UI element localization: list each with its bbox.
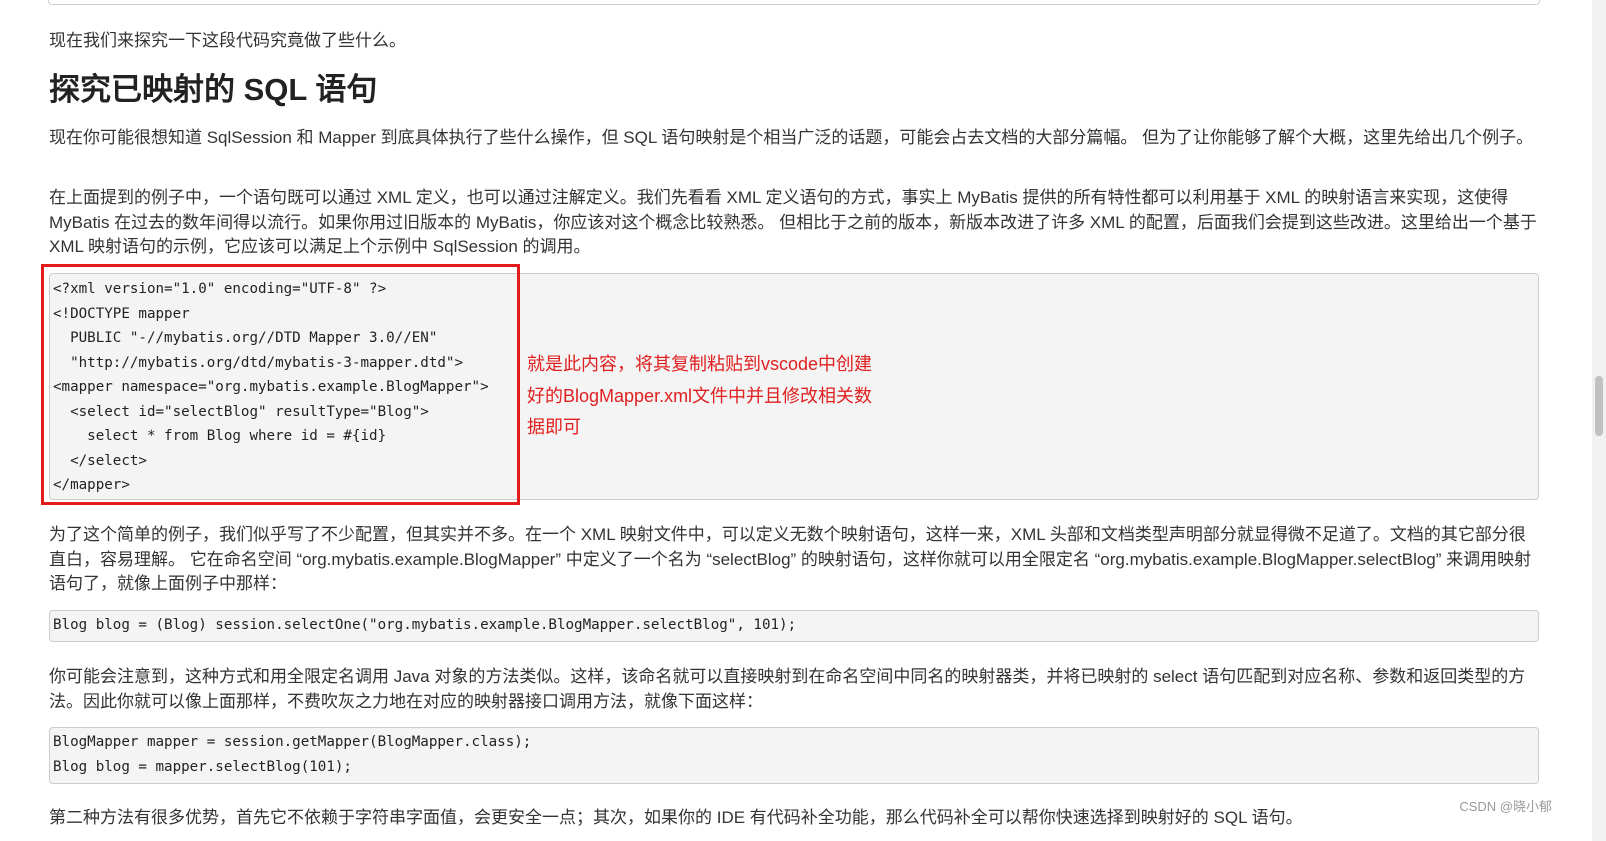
paragraph-1: 现在你可能很想知道 SqlSession 和 Mapper 到底具体执行了些什么… (49, 128, 1534, 147)
intro-paragraph: 现在我们来探究一下这段代码究竟做了些什么。 (49, 31, 406, 50)
previous-code-block-edge (48, 0, 1540, 5)
highlight-box (41, 264, 520, 505)
scrollbar-thumb[interactable] (1595, 376, 1603, 436)
csdn-watermark: CSDN @晓小郁 (1459, 799, 1552, 814)
paragraph-3: 为了这个简单的例子，我们似乎写了不少配置，但其实并不多。在一个 XML 映射文件… (49, 525, 1532, 593)
red-annotation: 就是此内容，将其复制粘贴到vscode中创建好的BlogMapper.xml文件… (527, 354, 873, 437)
code-line: Blog blog = (Blog) session.selectOne("or… (53, 617, 797, 633)
section-heading: 探究已映射的 SQL 语句 (49, 72, 378, 107)
paragraph-5: 第二种方法有很多优势，首先它不依赖于字符串字面值，会更安全一点；其次，如果你的 … (49, 808, 1303, 827)
java-code-block-1[interactable]: Blog blog = (Blog) session.selectOne("or… (49, 610, 1539, 642)
code-line: BlogMapper mapper = session.getMapper(Bl… (53, 734, 532, 750)
java-code-block-2[interactable]: BlogMapper mapper = session.getMapper(Bl… (49, 727, 1539, 784)
code-line: Blog blog = mapper.selectBlog(101); (53, 758, 352, 775)
paragraph-2: 在上面提到的例子中，一个语句既可以通过 XML 定义，也可以通过注解定义。我们先… (49, 188, 1537, 256)
vertical-scrollbar[interactable] (1592, 0, 1606, 841)
paragraph-4: 你可能会注意到，这种方式和用全限定名调用 Java 对象的方法类似。这样，该命名… (49, 667, 1526, 711)
